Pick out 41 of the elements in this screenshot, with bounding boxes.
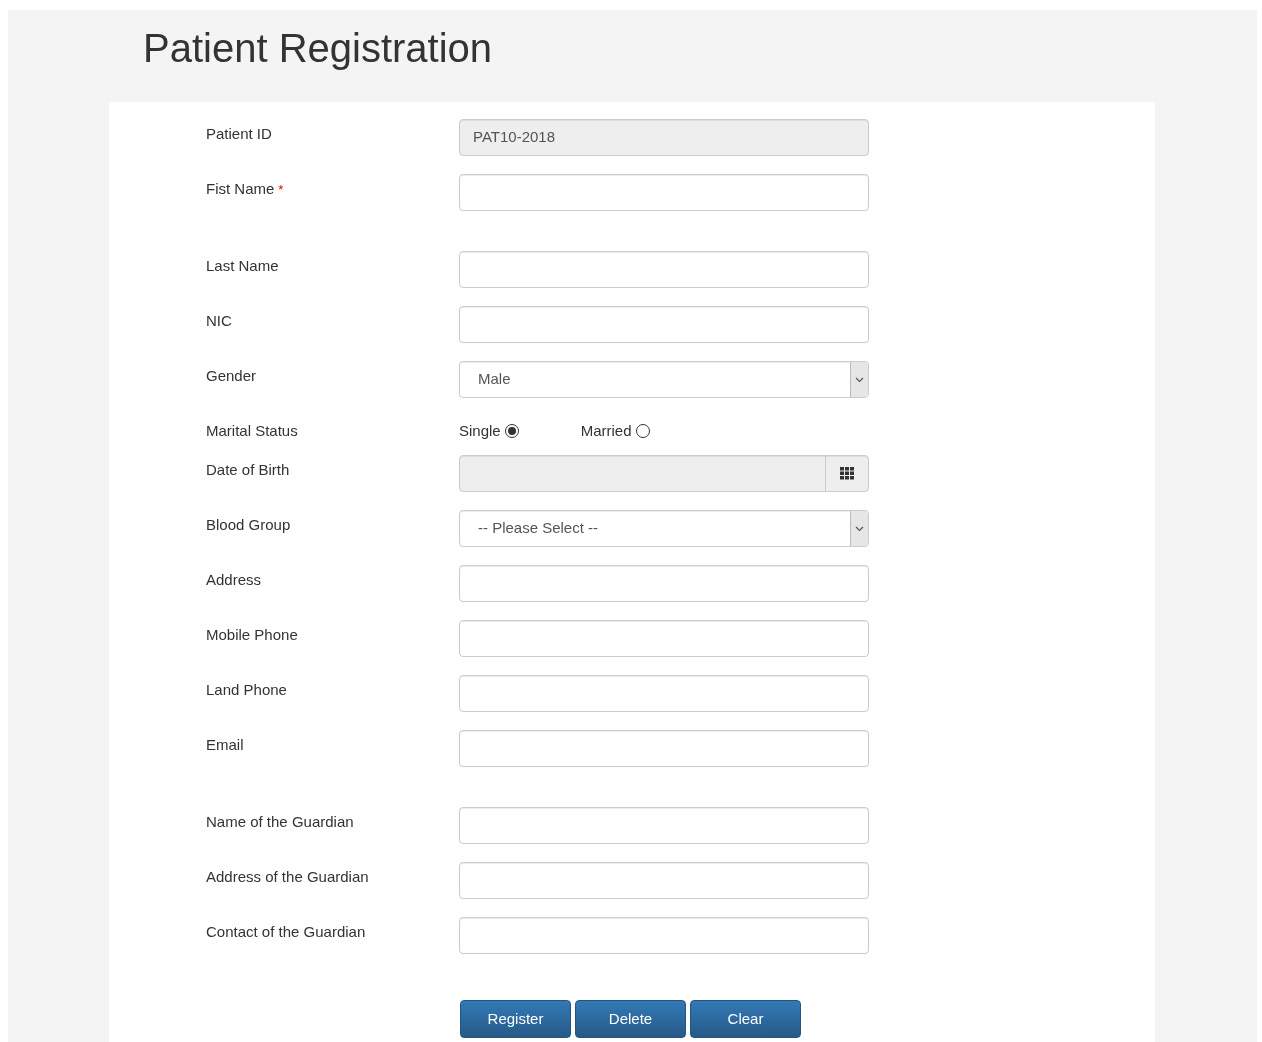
field-label: Email [206, 735, 244, 755]
radio-button[interactable] [635, 424, 650, 438]
form-button[interactable]: Delete [575, 1000, 686, 1038]
field-label: Blood Group [206, 515, 291, 535]
input-field[interactable] [459, 862, 869, 899]
input-field[interactable] [459, 565, 869, 602]
field-label: Address of the Guardian [206, 867, 369, 887]
input-field[interactable] [459, 174, 869, 211]
page-title: Patient Registration [143, 25, 493, 72]
radio-label: Single [459, 420, 501, 441]
field-label: Address [206, 570, 262, 590]
input-field[interactable] [459, 620, 869, 657]
form-button[interactable]: Clear [690, 1000, 801, 1038]
required-mark: * [278, 181, 284, 199]
input-field[interactable] [459, 807, 869, 844]
chevron-down-icon [855, 525, 864, 532]
field-label: Mobile Phone [206, 625, 298, 645]
input-field[interactable] [459, 251, 869, 288]
input-field[interactable] [459, 675, 869, 712]
input-field[interactable] [459, 730, 869, 767]
field-label: Contact of the Guardian [206, 922, 366, 942]
input-field[interactable] [459, 306, 869, 343]
field-label: NIC [206, 311, 232, 331]
field-label: Name of the Guardian [206, 812, 354, 832]
field-label: Date of Birth [206, 460, 290, 480]
field-label: Patient ID [206, 124, 272, 144]
select-field[interactable]: Male [459, 361, 869, 398]
date-field[interactable] [459, 455, 869, 492]
radio-label: Married [580, 420, 632, 441]
field-label: Fist Name [206, 179, 275, 199]
select-field[interactable]: -- Please Select -- [459, 510, 869, 547]
input-field[interactable] [459, 917, 869, 954]
field-label: Land Phone [206, 680, 287, 700]
radio-button[interactable] [504, 424, 519, 438]
field-label: Gender [206, 366, 257, 386]
field-label: Marital Status [206, 421, 298, 441]
field-label: Last Name [206, 256, 279, 276]
form-button[interactable]: Register [460, 1000, 571, 1038]
input-field[interactable]: PAT10-2018 [459, 119, 869, 156]
calendar-grid-icon[interactable] [840, 467, 854, 480]
chevron-down-icon [855, 376, 864, 383]
